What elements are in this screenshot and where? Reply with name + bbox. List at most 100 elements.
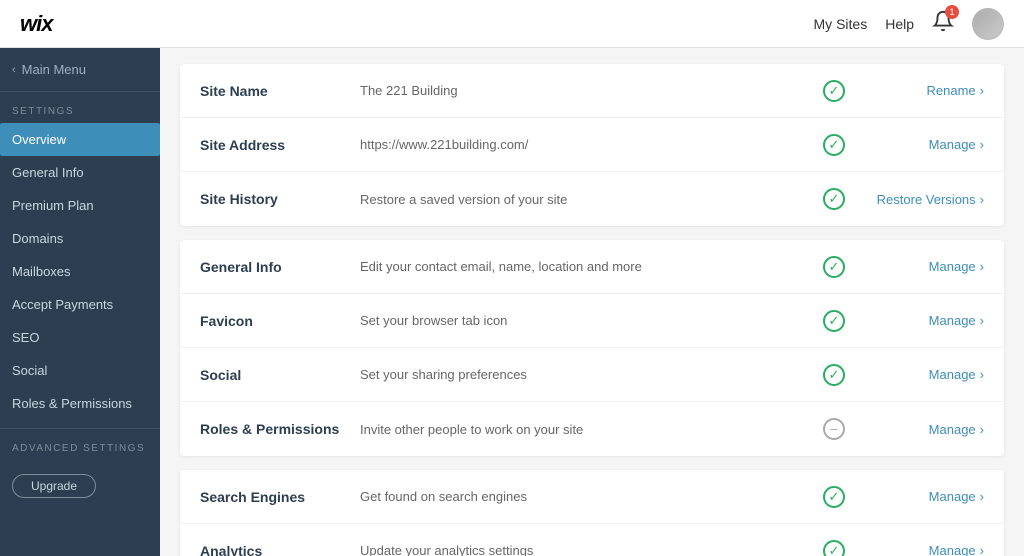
site-address-action: Manage › <box>854 137 984 152</box>
search-engines-check: ✓ <box>814 486 854 508</box>
site-name-label: Site Name <box>200 83 360 99</box>
site-name-row: Site Name The 221 Building ✓ Rename › <box>180 64 1004 118</box>
advanced-card: Search Engines Get found on search engin… <box>180 470 1004 556</box>
manage-link[interactable]: Manage <box>929 137 976 152</box>
sidebar-item-mailboxes[interactable]: Mailboxes <box>0 255 160 288</box>
site-history-action: Restore Versions › <box>854 192 984 207</box>
social-check: ✓ <box>814 364 854 386</box>
main-content: Site Name The 221 Building ✓ Rename › Si… <box>160 48 1024 556</box>
chevron-right-icon: › <box>980 83 984 98</box>
sidebar: ‹ Main Menu SETTINGS Overview General In… <box>0 48 160 556</box>
restore-versions-link[interactable]: Restore Versions <box>877 192 976 207</box>
topnav-right: My Sites Help 1 <box>814 8 1004 40</box>
chevron-right-icon: › <box>980 137 984 152</box>
site-address-label: Site Address <box>200 137 360 153</box>
social-action: Manage › <box>854 367 984 382</box>
upgrade-section: Upgrade <box>0 464 160 508</box>
general-info-label: General Info <box>200 259 360 275</box>
site-name-desc: The 221 Building <box>360 83 814 98</box>
social-desc: Set your sharing preferences <box>360 367 814 382</box>
roles-permissions-row: Roles & Permissions Invite other people … <box>180 402 1004 456</box>
minus-icon: − <box>823 418 845 440</box>
check-icon: ✓ <box>823 364 845 386</box>
check-icon: ✓ <box>823 540 845 556</box>
settings-section-label: SETTINGS <box>0 92 160 123</box>
check-icon: ✓ <box>823 188 845 210</box>
check-icon: ✓ <box>823 310 845 332</box>
social-label: Social <box>200 367 360 383</box>
topnav-left: wix <box>20 11 52 37</box>
site-name-action: Rename › <box>854 83 984 98</box>
chevron-right-icon: › <box>980 313 984 328</box>
site-history-row: Site History Restore a saved version of … <box>180 172 1004 226</box>
analytics-desc: Update your analytics settings <box>360 543 814 556</box>
site-history-desc: Restore a saved version of your site <box>360 192 814 207</box>
check-icon: ✓ <box>823 486 845 508</box>
chevron-right-icon: › <box>980 489 984 504</box>
site-address-row: Site Address https://www.221building.com… <box>180 118 1004 172</box>
manage-link[interactable]: Manage <box>929 313 976 328</box>
site-name-check: ✓ <box>814 80 854 102</box>
site-card: Site Name The 221 Building ✓ Rename › Si… <box>180 64 1004 226</box>
sidebar-item-premium-plan[interactable]: Premium Plan <box>0 189 160 222</box>
roles-permissions-desc: Invite other people to work on your site <box>360 422 814 437</box>
check-icon: ✓ <box>823 80 845 102</box>
analytics-check: ✓ <box>814 540 854 556</box>
check-icon: ✓ <box>823 134 845 156</box>
sidebar-item-general-info[interactable]: General Info <box>0 156 160 189</box>
chevron-right-icon: › <box>980 422 984 437</box>
upgrade-button[interactable]: Upgrade <box>12 474 96 498</box>
sidebar-main-menu[interactable]: ‹ Main Menu <box>0 48 160 92</box>
advanced-settings-label: ADVANCED SETTINGS <box>0 429 160 460</box>
rename-link[interactable]: Rename <box>927 83 976 98</box>
site-address-desc: https://www.221building.com/ <box>360 137 814 152</box>
search-engines-row: Search Engines Get found on search engin… <box>180 470 1004 524</box>
general-card: General Info Edit your contact email, na… <box>180 240 1004 456</box>
sidebar-item-roles-permissions[interactable]: Roles & Permissions <box>0 387 160 420</box>
roles-permissions-action: Manage › <box>854 422 984 437</box>
sidebar-item-overview[interactable]: Overview <box>0 123 160 156</box>
analytics-action: Manage › <box>854 543 984 556</box>
general-info-action: Manage › <box>854 259 984 274</box>
sidebar-item-social[interactable]: Social <box>0 354 160 387</box>
chevron-right-icon: › <box>980 192 984 207</box>
general-info-desc: Edit your contact email, name, location … <box>360 259 814 274</box>
my-sites-link[interactable]: My Sites <box>814 16 868 32</box>
favicon-row: Favicon Set your browser tab icon ✓ Mana… <box>180 294 1004 348</box>
general-info-row: General Info Edit your contact email, na… <box>180 240 1004 294</box>
analytics-label: Analytics <box>200 543 360 556</box>
manage-link[interactable]: Manage <box>929 367 976 382</box>
site-address-check: ✓ <box>814 134 854 156</box>
help-link[interactable]: Help <box>885 16 914 32</box>
chevron-right-icon: › <box>980 367 984 382</box>
chevron-right-icon: › <box>980 543 984 556</box>
user-avatar[interactable] <box>972 8 1004 40</box>
favicon-desc: Set your browser tab icon <box>360 313 814 328</box>
check-icon: ✓ <box>823 256 845 278</box>
favicon-check: ✓ <box>814 310 854 332</box>
sidebar-item-accept-payments[interactable]: Accept Payments <box>0 288 160 321</box>
notification-badge: 1 <box>945 5 959 19</box>
analytics-row: Analytics Update your analytics settings… <box>180 524 1004 556</box>
main-layout: ‹ Main Menu SETTINGS Overview General In… <box>0 48 1024 556</box>
chevron-left-icon: ‹ <box>12 64 16 76</box>
sidebar-item-domains[interactable]: Domains <box>0 222 160 255</box>
manage-link[interactable]: Manage <box>929 489 976 504</box>
site-history-check: ✓ <box>814 188 854 210</box>
favicon-action: Manage › <box>854 313 984 328</box>
top-navigation: wix My Sites Help 1 <box>0 0 1024 48</box>
wix-logo[interactable]: wix <box>20 11 52 37</box>
sidebar-item-seo[interactable]: SEO <box>0 321 160 354</box>
social-row: Social Set your sharing preferences ✓ Ma… <box>180 348 1004 402</box>
manage-link[interactable]: Manage <box>929 543 976 556</box>
notifications-bell[interactable]: 1 <box>932 10 954 37</box>
general-info-check: ✓ <box>814 256 854 278</box>
chevron-right-icon: › <box>980 259 984 274</box>
manage-link[interactable]: Manage <box>929 422 976 437</box>
manage-link[interactable]: Manage <box>929 259 976 274</box>
favicon-label: Favicon <box>200 313 360 329</box>
roles-permissions-check: − <box>814 418 854 440</box>
roles-permissions-label: Roles & Permissions <box>200 421 360 437</box>
search-engines-action: Manage › <box>854 489 984 504</box>
main-menu-label: Main Menu <box>22 62 86 77</box>
